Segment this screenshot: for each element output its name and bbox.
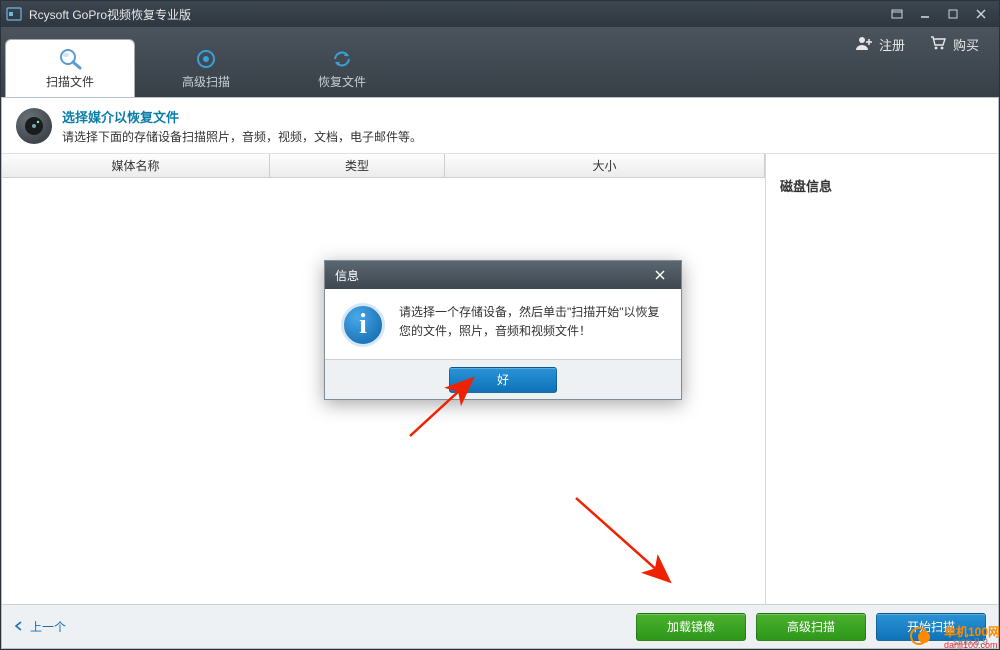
dialog-titlebar[interactable]: 信息 (325, 261, 681, 289)
register-button[interactable]: 注册 (855, 35, 905, 54)
disk-info-panel: 磁盘信息 (766, 154, 998, 604)
refresh-icon (327, 47, 357, 71)
dialog-title: 信息 (335, 267, 359, 284)
buy-button[interactable]: 购买 (929, 35, 979, 54)
gear-icon (191, 47, 221, 71)
table-header: 媒体名称 类型 大小 (2, 154, 765, 178)
close-button[interactable] (967, 4, 995, 24)
back-label: 上一个 (30, 618, 66, 635)
titlebar: Rcysoft GoPro视频恢复专业版 (1, 1, 999, 27)
minimize-button[interactable] (911, 4, 939, 24)
advanced-scan-button[interactable]: 高级扫描 (756, 613, 866, 641)
col-size[interactable]: 大小 (445, 154, 765, 177)
dialog-ok-button[interactable]: 好 (449, 367, 557, 393)
buy-label: 购买 (953, 35, 979, 54)
magnifier-icon (55, 47, 85, 71)
dialog-message: 请选择一个存储设备，然后单击"扫描开始"以恢复您的文件，照片，音频和视频文件！ (399, 303, 665, 347)
info-heading: 选择媒介以恢复文件 (62, 107, 422, 126)
tab-advanced-scan[interactable]: 高级扫描 (141, 39, 271, 97)
tab-label: 高级扫描 (182, 73, 230, 90)
info-strip: 选择媒介以恢复文件 请选择下面的存储设备扫描照片，音频，视频，文档，电子邮件等。 (2, 98, 998, 154)
arrow-left-icon (14, 620, 26, 634)
window-menu-button[interactable] (883, 4, 911, 24)
col-type[interactable]: 类型 (270, 154, 445, 177)
window-title: Rcysoft GoPro视频恢复专业版 (29, 6, 883, 23)
info-dialog: 信息 i 请选择一个存储设备，然后单击"扫描开始"以恢复您的文件，照片，音频和视… (324, 260, 682, 400)
disk-info-heading: 磁盘信息 (780, 176, 984, 195)
load-image-button[interactable]: 加载镜像 (636, 613, 746, 641)
info-icon: i (341, 303, 385, 347)
dialog-close-button[interactable] (649, 266, 671, 284)
maximize-button[interactable] (939, 4, 967, 24)
app-logo-icon (5, 6, 23, 22)
tab-scan-files[interactable]: 扫描文件 (5, 39, 135, 97)
watermark: 单机100网 danji100.com (910, 623, 1000, 650)
watermark-url: danji100.com (944, 640, 1000, 650)
tab-label: 恢复文件 (318, 73, 366, 90)
disk-icon (16, 108, 52, 144)
user-plus-icon (855, 35, 873, 54)
info-subtext: 请选择下面的存储设备扫描照片，音频，视频，文档，电子邮件等。 (62, 128, 422, 145)
watermark-name: 单机100网 (944, 623, 1000, 640)
register-label: 注册 (879, 35, 905, 54)
tab-recover-files[interactable]: 恢复文件 (277, 39, 407, 97)
tab-label: 扫描文件 (46, 73, 94, 90)
toolbar: 扫描文件 高级扫描 恢复文件 注册 购买 (1, 27, 999, 97)
col-media-name[interactable]: 媒体名称 (2, 154, 270, 177)
cart-icon (929, 35, 947, 54)
footer-bar: 上一个 加载镜像 高级扫描 开始扫描 (2, 604, 998, 648)
back-button[interactable]: 上一个 (14, 618, 66, 635)
